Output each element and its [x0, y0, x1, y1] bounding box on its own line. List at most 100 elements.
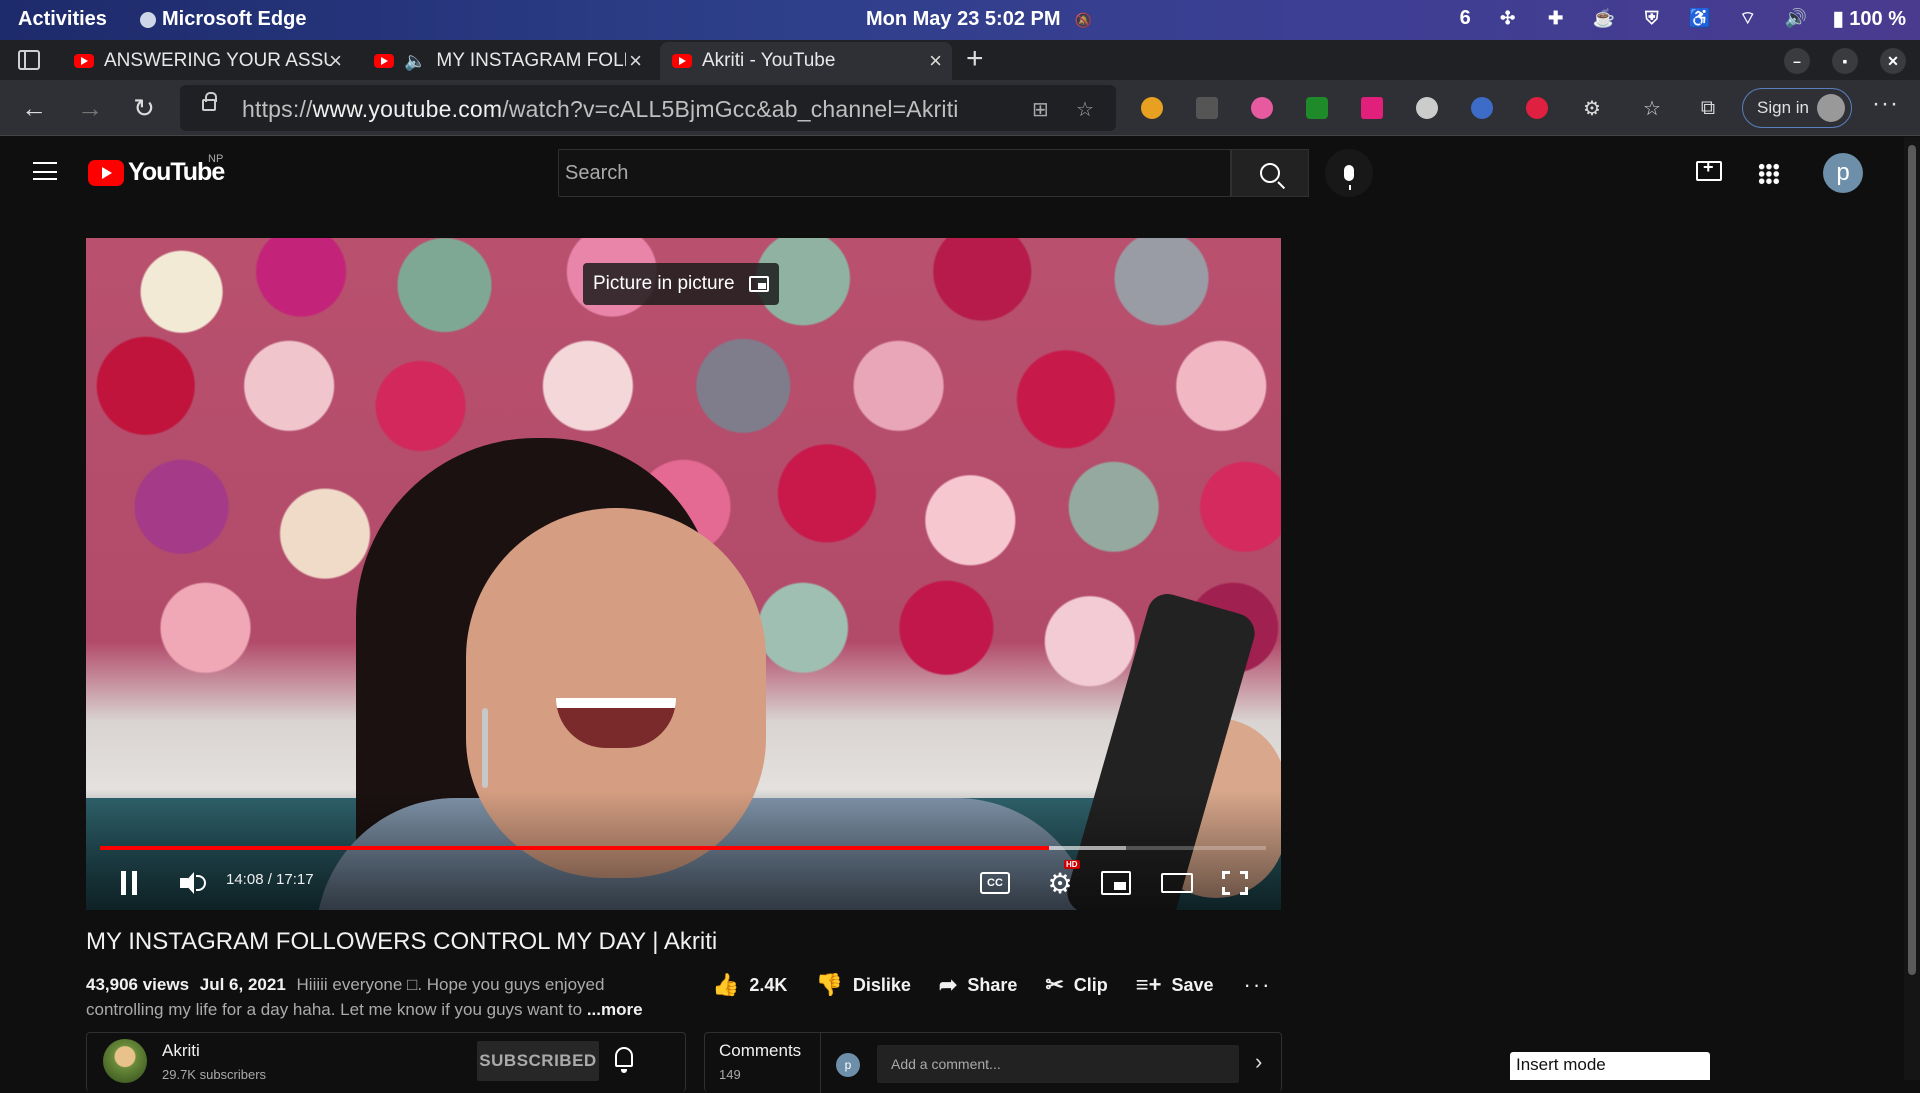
- tab-instagram-followers[interactable]: 🔈 MY INSTAGRAM FOLLOWERS CONTROL MY DAY …: [362, 42, 652, 80]
- clock-text: Mon May 23 5:02 PM: [866, 8, 1061, 30]
- comments-label[interactable]: Comments: [719, 1041, 801, 1061]
- wifi-icon[interactable]: ⌔: [1737, 8, 1759, 30]
- extensions-icon[interactable]: ✚: [1545, 8, 1567, 30]
- close-tab-icon[interactable]: ×: [929, 48, 942, 74]
- tab-answering[interactable]: ANSWERING YOUR ASSUMPTIONS ×: [62, 42, 352, 80]
- clock[interactable]: Mon May 23 5:02 PM 🔕: [866, 8, 1092, 31]
- page-scrollbar[interactable]: [1904, 137, 1920, 1080]
- sign-in-button[interactable]: Sign in: [1742, 88, 1852, 128]
- captions-icon[interactable]: CC: [980, 872, 1010, 894]
- channel-name[interactable]: Akriti: [162, 1041, 200, 1061]
- share-button[interactable]: ➦ Share: [939, 972, 1017, 998]
- extension-8-icon[interactable]: [1526, 97, 1548, 119]
- extension-2-icon[interactable]: [1196, 97, 1218, 119]
- save-button[interactable]: ≡+ Save: [1136, 972, 1214, 998]
- extension-1-icon[interactable]: [1141, 97, 1163, 119]
- battery-percent: 100 %: [1849, 8, 1906, 30]
- close-window-icon[interactable]: ✕: [1880, 48, 1906, 74]
- search-button[interactable]: [1231, 149, 1309, 197]
- settings-icon[interactable]: ⚙: [1042, 865, 1078, 901]
- system-tray[interactable]: 6 ✣ ✚ ☕ ⛨ ♿ ⌔ 🔊 ▮ 100 %: [1460, 6, 1906, 31]
- sign-in-label: Sign in: [1757, 98, 1809, 117]
- activities-button[interactable]: Activities: [18, 8, 107, 31]
- subscribe-button[interactable]: SUBSCRIBED: [477, 1041, 599, 1081]
- favorites-icon[interactable]: ☆: [1636, 92, 1668, 124]
- close-tab-icon[interactable]: ×: [329, 48, 342, 74]
- tab-strip: ANSWERING YOUR ASSUMPTIONS × 🔈 MY INSTAG…: [0, 40, 1920, 80]
- tab-title: MY INSTAGRAM FOLLOWERS CONTROL MY DAY: [436, 50, 626, 71]
- refresh-icon[interactable]: ↻: [128, 92, 160, 124]
- notification-bell-icon[interactable]: [615, 1047, 633, 1073]
- chevron-right-icon[interactable]: ›: [1255, 1049, 1262, 1075]
- profile-avatar-icon: [1817, 94, 1845, 122]
- maximize-icon[interactable]: ▪: [1832, 48, 1858, 74]
- video-player[interactable]: Picture in picture 14:08 / 17:17 CC ⚙ HD: [86, 238, 1281, 910]
- youtube-favicon-icon: [374, 54, 394, 68]
- share-icon: ➦: [938, 972, 958, 997]
- battery-status[interactable]: ▮ 100 %: [1833, 6, 1906, 31]
- lock-icon[interactable]: [202, 92, 217, 111]
- collections-icon[interactable]: ⧉: [1692, 92, 1724, 124]
- tab-akriti-youtube[interactable]: Akriti - YouTube ×: [660, 42, 952, 80]
- account-avatar[interactable]: p: [1823, 153, 1863, 193]
- time-display: 14:08 / 17:17: [226, 871, 314, 888]
- accessibility-icon[interactable]: ♿: [1689, 8, 1711, 30]
- workspace-indicator[interactable]: 6: [1460, 7, 1471, 30]
- create-video-icon[interactable]: [1696, 157, 1722, 181]
- extension-7-icon[interactable]: [1471, 97, 1493, 119]
- picture-in-picture-icon[interactable]: [748, 276, 769, 292]
- add-comment-input[interactable]: [877, 1045, 1239, 1083]
- scrollbar-thumb[interactable]: [1908, 145, 1916, 975]
- dropbox-icon[interactable]: ✣: [1497, 8, 1519, 30]
- share-label: Share: [967, 974, 1018, 995]
- guide-menu-icon[interactable]: [33, 162, 57, 180]
- video-description[interactable]: 43,906 views Jul 6, 2021 Hiiiii everyone…: [86, 972, 686, 1022]
- settings-more-icon[interactable]: ···: [1872, 90, 1899, 118]
- miniplayer-icon[interactable]: [1101, 871, 1131, 895]
- extension-6-icon[interactable]: [1416, 97, 1438, 119]
- extensions-puzzle-icon[interactable]: ⚙: [1576, 92, 1608, 124]
- theater-mode-icon[interactable]: [1161, 873, 1193, 893]
- youtube-logo[interactable]: YouTube: [88, 158, 225, 187]
- clip-button[interactable]: ✂ Clip: [1045, 972, 1107, 998]
- coffee-icon[interactable]: ☕: [1593, 8, 1615, 30]
- show-more-link[interactable]: ...more: [587, 1000, 643, 1019]
- minimize-icon[interactable]: –: [1784, 48, 1810, 74]
- add-favorite-icon[interactable]: ☆: [1076, 97, 1094, 122]
- comments-panel: Comments 149 p ›: [704, 1032, 1282, 1093]
- tab-audio-icon[interactable]: 🔈: [404, 51, 426, 72]
- extension-4-icon[interactable]: [1306, 97, 1328, 119]
- back-icon[interactable]: ←: [18, 92, 50, 124]
- forward-icon[interactable]: →: [74, 92, 106, 124]
- clip-label: Clip: [1073, 974, 1108, 995]
- region-code: NP: [208, 153, 224, 165]
- shield-icon[interactable]: ⛨: [1641, 8, 1663, 30]
- new-tab-button[interactable]: +: [966, 42, 984, 76]
- edge-app-icon: [140, 11, 156, 28]
- thumbs-up-icon: 👍: [712, 972, 740, 997]
- divider: [820, 1033, 821, 1093]
- youtube-apps-icon[interactable]: [1758, 163, 1780, 185]
- progress-bar[interactable]: [100, 846, 1266, 850]
- search-input[interactable]: [559, 150, 1230, 196]
- search-box: [558, 149, 1231, 197]
- extension-3-icon[interactable]: [1251, 97, 1273, 119]
- like-button[interactable]: 👍 2.4K: [712, 972, 787, 998]
- pause-icon[interactable]: [118, 865, 140, 901]
- extension-5-icon[interactable]: [1361, 97, 1383, 119]
- address-bar[interactable]: https://www.youtube.com/watch?v=cALL5Bjm…: [180, 85, 1116, 131]
- volume-icon[interactable]: [178, 865, 208, 901]
- app-available-icon[interactable]: ⊞: [1032, 97, 1049, 122]
- close-tab-icon[interactable]: ×: [629, 48, 642, 74]
- tab-actions-menu-icon[interactable]: [18, 50, 40, 70]
- url-text[interactable]: https://www.youtube.com/watch?v=cALL5Bjm…: [242, 96, 959, 123]
- save-label: Save: [1171, 974, 1214, 995]
- channel-avatar[interactable]: [103, 1039, 147, 1083]
- volume-tray-icon[interactable]: 🔊: [1785, 8, 1807, 30]
- fullscreen-icon[interactable]: [1222, 871, 1248, 895]
- more-actions-icon[interactable]: ···: [1244, 972, 1272, 998]
- microphone-icon: [1344, 165, 1354, 190]
- voice-search-button[interactable]: [1325, 149, 1373, 197]
- dislike-button[interactable]: 👎 Dislike: [815, 972, 910, 998]
- app-menu[interactable]: Microsoft Edge: [140, 8, 306, 31]
